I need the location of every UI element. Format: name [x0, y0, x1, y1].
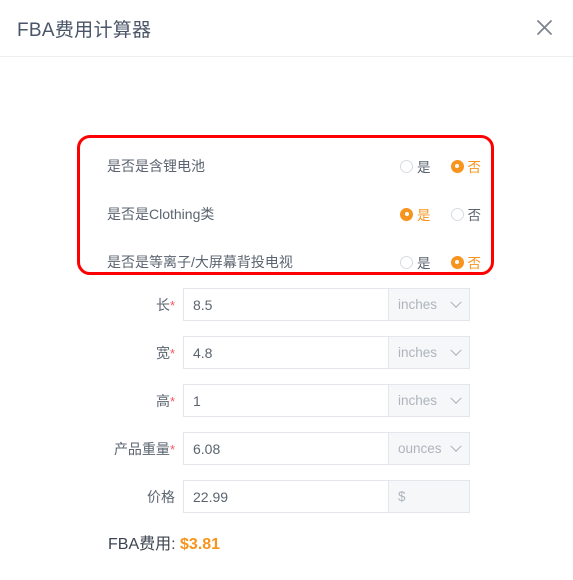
- input-wrap-price: $: [183, 480, 470, 513]
- fba-fee-result: FBA费用: $3.81: [108, 530, 220, 554]
- currency-symbol: $: [398, 489, 406, 504]
- field-row-weight: 产品重量* ounces: [0, 432, 573, 465]
- radio-circle-icon: [400, 255, 413, 269]
- width-unit-select[interactable]: inches: [388, 336, 470, 369]
- price-input[interactable]: [183, 480, 388, 513]
- field-label-length: 长*: [155, 296, 175, 313]
- field-label-weight: 产品重量*: [113, 440, 175, 457]
- radio-group-plasma-tv: 是 否: [400, 247, 481, 277]
- radio-label: 否: [467, 160, 482, 175]
- radio-circle-selected-icon: [400, 207, 413, 221]
- unit-label: inches: [398, 393, 438, 408]
- field-row-length: 长* inches: [0, 288, 573, 321]
- radio-circle-icon: [450, 207, 464, 221]
- page-title: FBA费用计算器: [17, 19, 152, 41]
- field-row-price: 价格 $: [0, 480, 573, 513]
- radio-label: 否: [467, 256, 482, 271]
- question-row-lithium-battery: 是否是含锂电池 是 否: [80, 151, 491, 181]
- field-label-price: 价格: [147, 488, 175, 505]
- chevron-down-icon: [450, 392, 462, 404]
- radio-plasma-yes[interactable]: 是: [400, 247, 431, 277]
- field-row-width: 宽* inches: [0, 336, 573, 369]
- question-label: 是否是Clothing类: [107, 206, 215, 222]
- radio-clothing-yes[interactable]: 是: [400, 199, 431, 229]
- height-unit-select[interactable]: inches: [388, 384, 470, 417]
- required-marker: *: [169, 393, 175, 409]
- width-input[interactable]: [183, 336, 388, 369]
- weight-input[interactable]: [183, 432, 388, 465]
- close-icon: [535, 18, 554, 37]
- radio-label: 否: [467, 208, 482, 223]
- radio-lithium-no[interactable]: 否: [450, 151, 482, 181]
- unit-label: inches: [398, 345, 438, 360]
- input-wrap-width: inches: [183, 336, 470, 369]
- required-marker: *: [169, 297, 175, 313]
- radio-label: 是: [417, 256, 431, 271]
- radio-circle-selected-icon: [450, 255, 464, 269]
- chevron-down-icon: [450, 344, 462, 356]
- unit-label: ounces: [398, 441, 442, 456]
- radio-plasma-no[interactable]: 否: [450, 247, 482, 277]
- input-wrap-weight: ounces: [183, 432, 470, 465]
- fba-fee-amount: $3.81: [180, 536, 221, 553]
- unit-label: inches: [398, 297, 438, 312]
- length-unit-select[interactable]: inches: [388, 288, 470, 321]
- input-wrap-height: inches: [183, 384, 470, 417]
- product-attributes-highlight-box: 是否是含锂电池 是 否 是否是Clothing类 是 否 是否是等离子/大屏幕背…: [77, 135, 494, 275]
- length-input[interactable]: [183, 288, 388, 321]
- close-button[interactable]: [529, 12, 559, 42]
- fba-fee-label: FBA费用:: [108, 536, 176, 553]
- question-row-plasma-tv: 是否是等离子/大屏幕背投电视 是 否: [80, 247, 491, 277]
- fba-fee-calculator-modal: FBA费用计算器 是否是含锂电池 是 否 是否是Clothing类 是 否 是否…: [0, 0, 573, 580]
- input-wrap-length: inches: [183, 288, 470, 321]
- radio-clothing-no[interactable]: 否: [450, 199, 482, 229]
- radio-group-clothing: 是 否: [400, 199, 481, 229]
- radio-group-lithium-battery: 是 否: [400, 151, 481, 181]
- height-input[interactable]: [183, 384, 388, 417]
- question-label: 是否是等离子/大屏幕背投电视: [107, 254, 293, 270]
- radio-label: 是: [417, 208, 431, 223]
- required-marker: *: [169, 441, 175, 457]
- question-row-clothing: 是否是Clothing类 是 否: [80, 199, 491, 229]
- question-label: 是否是含锂电池: [107, 158, 205, 174]
- required-marker: *: [169, 345, 175, 361]
- chevron-down-icon: [450, 296, 462, 308]
- field-label-width: 宽*: [155, 344, 175, 361]
- field-label-height: 高*: [155, 392, 175, 409]
- radio-lithium-yes[interactable]: 是: [400, 151, 431, 181]
- chevron-down-icon: [450, 440, 462, 452]
- weight-unit-select[interactable]: ounces: [388, 432, 470, 465]
- modal-header: FBA费用计算器: [0, 0, 573, 57]
- radio-circle-icon: [400, 159, 413, 173]
- radio-label: 是: [417, 160, 431, 175]
- price-currency-addon: $: [388, 480, 470, 513]
- field-row-height: 高* inches: [0, 384, 573, 417]
- radio-circle-selected-icon: [450, 159, 464, 173]
